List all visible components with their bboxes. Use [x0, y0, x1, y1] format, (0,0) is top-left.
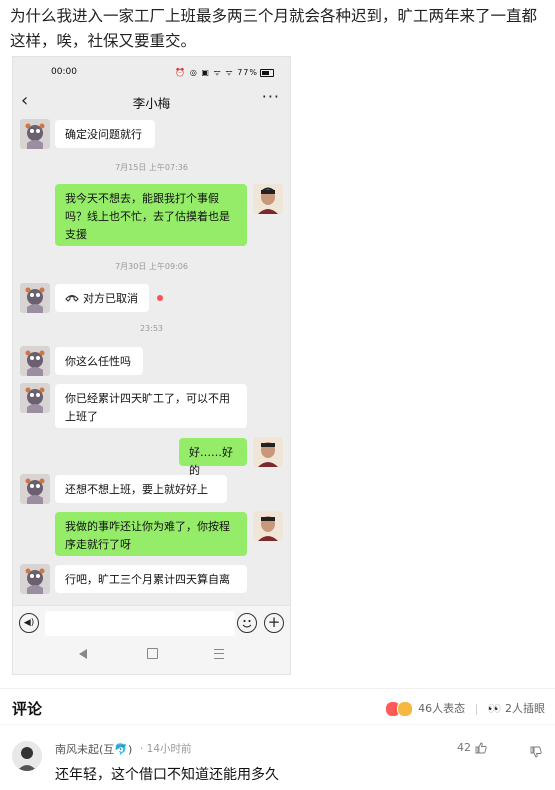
reactions-count: 46人表态	[418, 702, 466, 715]
call-cancelled-text: 对方已取消	[83, 292, 138, 305]
thumbs-down-icon	[530, 746, 542, 757]
user-avatar[interactable]	[253, 511, 283, 541]
nav-back-icon[interactable]	[79, 649, 87, 659]
chat-header: ‹ 李小梅 ···	[13, 87, 290, 117]
more-options-button[interactable]: ···	[262, 87, 280, 106]
contact-avatar[interactable]	[20, 283, 50, 313]
contact-avatar[interactable]	[20, 346, 50, 376]
laugh-reaction-icon	[396, 701, 413, 717]
battery-icon	[260, 68, 274, 77]
contact-avatar[interactable]	[20, 119, 50, 149]
status-bar: 00:00 ⏰ ◎ ▣ ᯤ ᯤ 77%	[13, 57, 290, 87]
status-icons: ⏰ ◎ ▣ ᯤ ᯤ 77%	[175, 67, 274, 78]
like-count: 42	[457, 741, 471, 754]
message-input[interactable]	[45, 611, 235, 636]
status-time: 00:00	[51, 67, 77, 77]
message-bubble-outgoing[interactable]: 我做的事咋还让你为难了，你按程序走就行了呀	[55, 512, 247, 556]
commenter-name[interactable]: 南风未起(互🐬)	[55, 741, 132, 757]
message-bubble-incoming[interactable]: 你已经累计四天旷工了，可以不用上班了	[55, 384, 247, 428]
chat-screenshot: 00:00 ⏰ ◎ ▣ ᯤ ᯤ 77% ‹ 李小梅 ··· 确定没问题就行 7月…	[12, 56, 291, 675]
contact-avatar[interactable]	[20, 474, 50, 504]
chat-input-bar: ◀) +	[13, 605, 290, 640]
phone-hangup-icon	[65, 294, 79, 302]
message-timestamp: 7月15日 上午07:36	[115, 163, 188, 172]
collect-count: 2人插眼	[505, 702, 545, 715]
message-bubble-outgoing[interactable]: 我今天不想去，能跟我打个事假吗？线上也不忙，去了估摸着也是支援	[55, 184, 247, 246]
message-bubble-incoming[interactable]: 你这么任性吗	[55, 347, 143, 375]
unread-dot	[157, 295, 163, 301]
user-avatar[interactable]	[253, 184, 283, 214]
contact-avatar[interactable]	[20, 383, 50, 413]
comment-time: · 14小时前	[140, 743, 192, 755]
call-cancelled-bubble[interactable]: 对方已取消	[55, 284, 149, 312]
comment-like-button[interactable]: 42	[457, 741, 487, 754]
message-timestamp: 7月30日 上午09:06	[115, 262, 188, 271]
divider	[0, 688, 555, 689]
eyes-icon: 👀	[487, 702, 502, 715]
contact-avatar[interactable]	[20, 564, 50, 594]
emoji-icon[interactable]	[237, 613, 257, 633]
user-avatar[interactable]	[253, 437, 283, 467]
comment-text: 还年轻，这个借口不知道还能用多久	[55, 767, 279, 783]
thumbs-up-icon	[475, 742, 487, 754]
message-bubble-outgoing[interactable]: 好……好的	[179, 438, 247, 477]
comment-dislike-button[interactable]	[530, 741, 542, 760]
nav-menu-icon[interactable]	[214, 649, 224, 659]
commenter-avatar[interactable]	[12, 741, 42, 771]
reactions-summary[interactable]: 46人表态 | 👀 2人插眼	[384, 700, 545, 717]
plus-icon[interactable]: +	[264, 613, 284, 633]
message-bubble-incoming[interactable]: 行吧，旷工三个月累计四天算自离	[55, 565, 247, 593]
voice-icon[interactable]: ◀)	[19, 613, 39, 633]
message-timestamp: 23:53	[139, 324, 164, 333]
chat-title: 李小梅	[132, 96, 171, 111]
nav-home-icon[interactable]	[147, 648, 158, 659]
message-bubble-incoming[interactable]: 还想不想上班，要上就好好上	[55, 475, 227, 503]
separator: |	[474, 702, 479, 715]
comments-title: 评论	[12, 700, 43, 718]
post-text: 为什么我进入一家工厂上班最多两三个月就会各种迟到，旷工两年来了一直都这样，唉，社…	[10, 7, 538, 50]
message-bubble-incoming[interactable]: 确定没问题就行	[55, 120, 155, 148]
divider	[0, 724, 555, 725]
battery-percent: 77%	[237, 68, 258, 77]
system-nav-bar	[13, 640, 290, 674]
